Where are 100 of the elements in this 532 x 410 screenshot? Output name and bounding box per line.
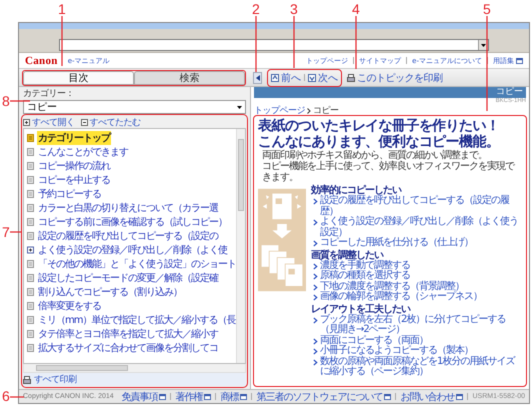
page-icon bbox=[27, 176, 34, 184]
callout-number: 4 bbox=[352, 2, 360, 16]
callout-number: 8 bbox=[2, 94, 10, 108]
page-icon bbox=[27, 288, 34, 296]
tab[interactable]: 検索 bbox=[134, 70, 245, 84]
leader-line bbox=[293, 16, 295, 68]
topic-link[interactable]: 画像の輪郭を調整する（シャープネス） bbox=[313, 292, 522, 302]
topic-item[interactable]: 「その他の機能」と「よく使う設定」のショート bbox=[27, 257, 233, 271]
intro-text: コピー機能を上手に使って、効率良いオフィスワークを実現できます。 bbox=[262, 161, 516, 183]
page-icon bbox=[27, 218, 34, 226]
topic-link[interactable]: 小冊子になるようコピーする（製本） bbox=[313, 346, 522, 356]
print-all-link[interactable]: すべて印刷 bbox=[23, 373, 246, 386]
logo: Canon bbox=[25, 54, 58, 66]
expand-all-link[interactable]: すべて開く bbox=[23, 116, 74, 128]
page-icon bbox=[27, 204, 34, 212]
leader-line bbox=[10, 396, 24, 398]
chevron-icon bbox=[313, 316, 318, 324]
collapse-all-link[interactable]: すべてたたむ bbox=[80, 116, 140, 128]
callout-number: 6 bbox=[2, 389, 10, 403]
topic-item[interactable]: こんなことができます bbox=[27, 145, 233, 159]
page-icon bbox=[27, 302, 34, 310]
caret-icon bbox=[236, 104, 243, 110]
window-icon bbox=[240, 394, 248, 400]
intro-text: 両面印刷やホチキス留めから、画質の細かい調整まで。 bbox=[262, 150, 487, 161]
topic-item[interactable]: 割り込んでコピーする（割り込み） bbox=[27, 285, 233, 299]
topic-item[interactable]: カラーと白黒の切り替えについて（カラー選 bbox=[27, 201, 233, 215]
plus-box-icon bbox=[23, 118, 30, 126]
section-bar: コピー bbox=[254, 87, 526, 98]
topic-link[interactable]: 数枚の原稿や両面原稿などを1枚分の用紙サイズに縮小する（ページ集約） bbox=[313, 356, 522, 378]
topic-link[interactable]: よく使う設定の登録／呼び出し／削除（よく使う設定） bbox=[313, 217, 522, 238]
page-title: 表紙のついたキレイな冊子を作りたい！ bbox=[258, 118, 500, 134]
chevron-icon bbox=[313, 198, 318, 205]
topic-item[interactable]: 設定したコピーモードの変更／解除（設定確 bbox=[27, 271, 233, 285]
printer-icon bbox=[347, 74, 355, 82]
page-icon bbox=[27, 330, 34, 338]
footer-link[interactable]: 第三者のソフトウェアについて bbox=[256, 390, 392, 404]
topic-item[interactable]: 拡大するサイズに合わせて画像を分割してコ bbox=[27, 341, 233, 355]
window-icon bbox=[204, 394, 212, 400]
page-icon bbox=[27, 190, 34, 198]
group-heading: レイアウトを工夫したい bbox=[311, 304, 410, 314]
print-topic-link[interactable]: このトピックを印刷 bbox=[347, 70, 442, 84]
callout-number: 3 bbox=[290, 2, 298, 16]
footer-link[interactable]: お問い合わせ bbox=[400, 390, 464, 404]
topic-item[interactable]: カテゴリートップ bbox=[27, 131, 233, 145]
leader-line bbox=[61, 16, 63, 66]
previous-link[interactable]: 前へ bbox=[271, 70, 301, 84]
page-icon bbox=[27, 274, 34, 282]
topic-link[interactable]: コピーした用紙を仕分ける（仕上げ） bbox=[313, 238, 522, 248]
page-icon bbox=[27, 148, 34, 156]
group-heading: 効率的にコピーしたい bbox=[311, 185, 402, 196]
minus-box-icon bbox=[80, 118, 88, 126]
page-icon bbox=[27, 260, 34, 268]
topic-item[interactable]: コピーする前に画像を確認する（試しコピー） bbox=[27, 215, 233, 229]
leader-line bbox=[355, 16, 357, 69]
topic-item[interactable]: 倍率変更をする bbox=[27, 299, 233, 313]
arrow-page-icon bbox=[271, 74, 279, 82]
window-icon bbox=[516, 58, 523, 64]
chevron-icon bbox=[307, 108, 311, 114]
vertical-scrollbar[interactable] bbox=[236, 129, 245, 363]
callout-number: 7 bbox=[2, 225, 10, 239]
page-icon bbox=[27, 232, 34, 240]
callout-number: 2 bbox=[252, 2, 260, 16]
page-icon bbox=[27, 316, 34, 324]
footer-link[interactable]: 著作権 bbox=[175, 390, 212, 404]
collapse-arrow-icon[interactable] bbox=[253, 72, 262, 84]
footer-link[interactable]: 免責事項 bbox=[121, 390, 166, 404]
chevron-icon bbox=[313, 240, 318, 247]
topic-item[interactable]: 予約コピーする bbox=[27, 187, 233, 201]
leader-line bbox=[10, 100, 30, 102]
page-title: こんなにあります、便利なコピー機能。 bbox=[258, 134, 500, 150]
topic-link[interactable]: ブック原稿を左右（2枚）に分けてコピーする（見開き→2ページ） bbox=[313, 314, 522, 336]
address-field[interactable] bbox=[59, 39, 489, 51]
topic-item[interactable]: コピー操作の流れ bbox=[27, 159, 233, 173]
topic-link[interactable]: 原稿の種類を選択する bbox=[313, 271, 522, 282]
breadcrumb-link[interactable]: トップページ bbox=[254, 104, 305, 117]
chevron-icon bbox=[313, 219, 318, 226]
category-dropdown[interactable]: コピー bbox=[23, 100, 246, 114]
callout-number: 1 bbox=[58, 2, 66, 16]
topic-item[interactable]: 設定の履歴を呼び出してコピーする（設定の bbox=[27, 229, 233, 243]
topic-item[interactable]: よく使う設定の登録／呼び出し／削除（よく使 bbox=[27, 243, 233, 257]
window-icon bbox=[384, 394, 392, 400]
topic-link[interactable]: 下地の濃度を調整する（背景調整） bbox=[313, 282, 522, 292]
category-label: カテゴリー： bbox=[23, 89, 75, 100]
topic-link[interactable]: 両面にコピーする（両面） bbox=[313, 336, 522, 346]
window-icon bbox=[456, 394, 464, 400]
footer-link[interactable]: 商標 bbox=[220, 390, 248, 404]
topic-link[interactable]: 濃度を手動で調整する bbox=[313, 260, 522, 271]
arrow-page-icon bbox=[308, 74, 316, 82]
plus-box-icon bbox=[27, 246, 34, 254]
leader-line bbox=[10, 231, 22, 233]
tab[interactable]: 目次 bbox=[23, 70, 134, 84]
leader-line bbox=[255, 16, 257, 72]
horizontal-scrollbar[interactable] bbox=[23, 364, 246, 373]
topic-item[interactable]: コピーを中止する bbox=[27, 173, 233, 187]
page-icon bbox=[27, 134, 34, 142]
topic-link[interactable]: 設定の履歴を呼び出してコピーする（設定の履歴） bbox=[313, 196, 522, 217]
page-icon bbox=[27, 162, 34, 170]
breadcrumb-current: コピー bbox=[313, 104, 338, 117]
next-link[interactable]: 次へ bbox=[308, 70, 338, 84]
topic-item[interactable]: タテ倍率とヨコ倍率を指定して拡大／縮小す bbox=[27, 327, 233, 341]
